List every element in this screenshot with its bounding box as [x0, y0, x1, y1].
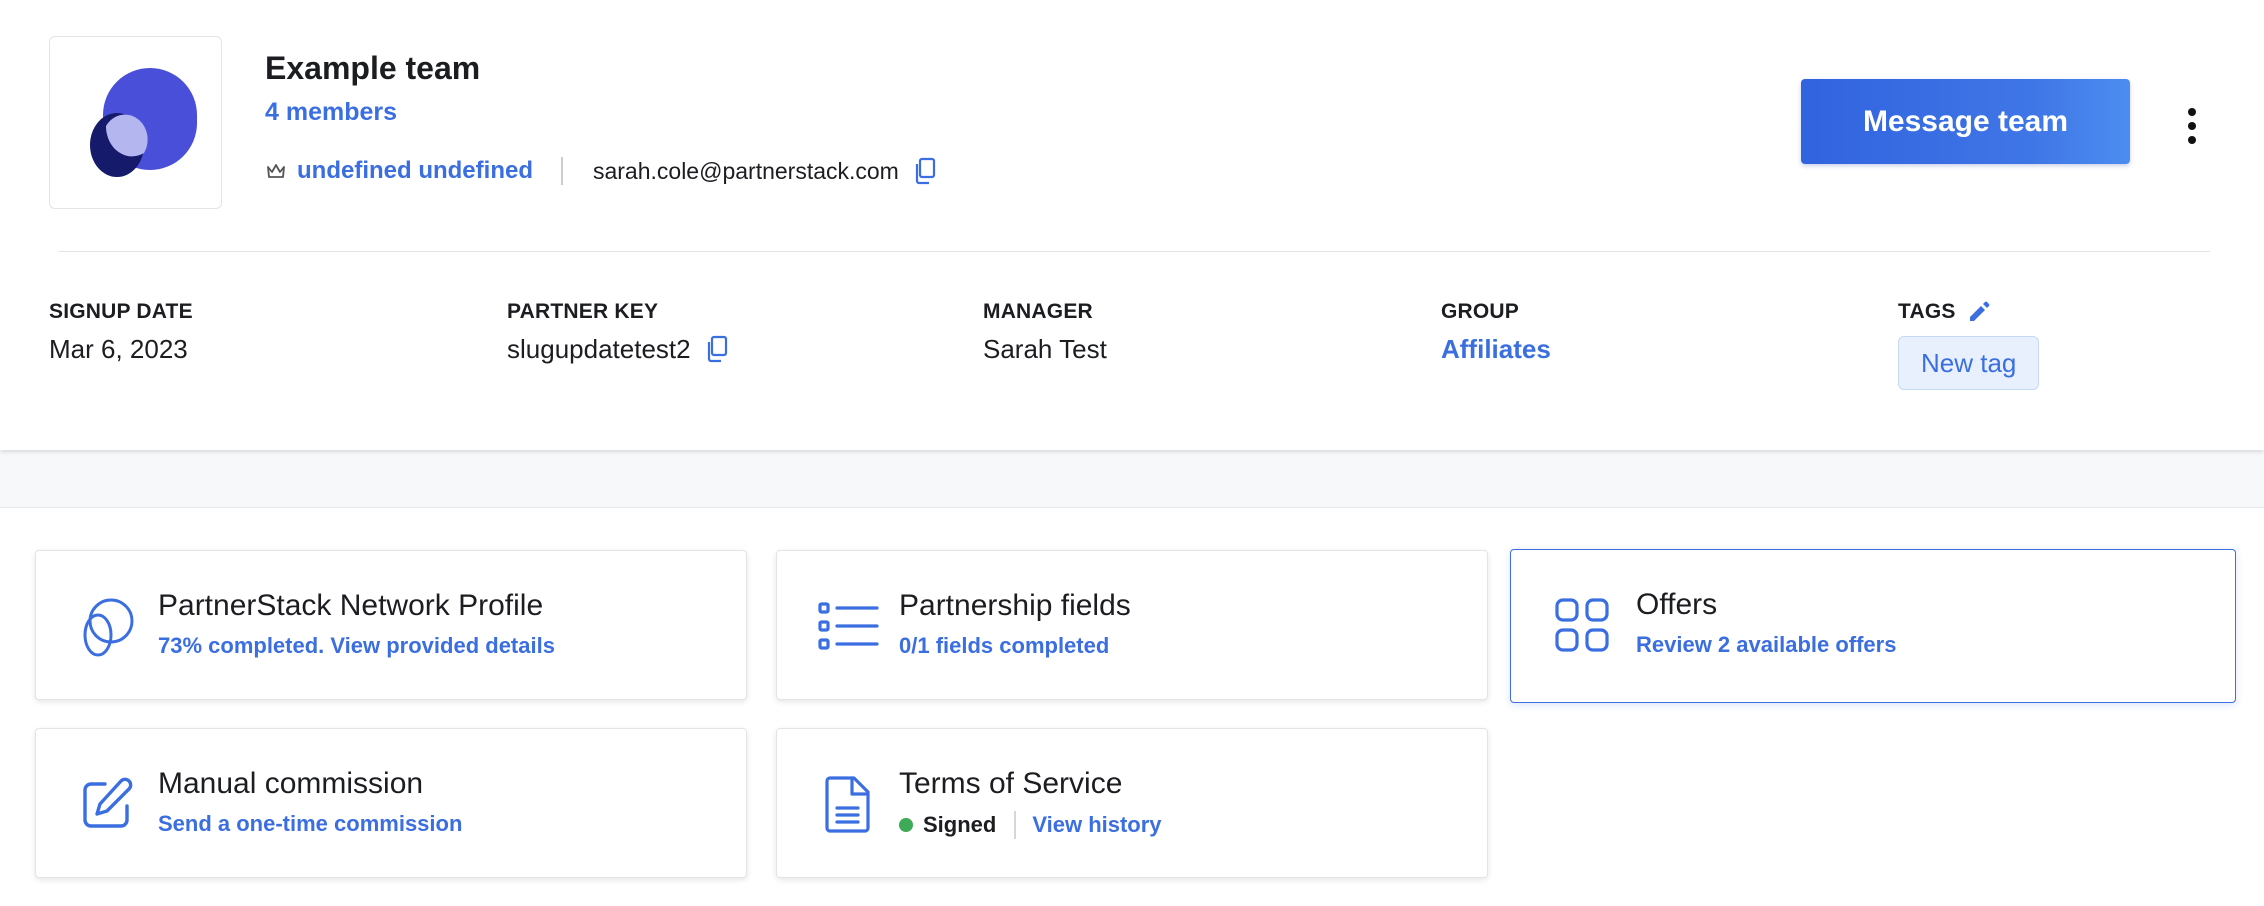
card-title: Terms of Service	[899, 767, 1123, 800]
partner-key-value: slugupdatetest2	[507, 333, 691, 364]
edit-tags-icon[interactable]	[1966, 299, 1992, 325]
copy-partner-key-icon[interactable]	[705, 335, 729, 363]
tags-label-row: TAGS	[1898, 298, 2039, 326]
header-divider	[58, 251, 2210, 252]
signup-date-value: Mar 6, 2023	[49, 333, 188, 364]
more-options-icon[interactable]	[2180, 104, 2204, 148]
members-link[interactable]: 4 members	[265, 98, 397, 127]
view-history-link[interactable]: View history	[1032, 812, 1161, 838]
partner-key-row: slugupdatetest2	[507, 332, 729, 366]
signup-date-field: SIGNUP DATE Mar 6, 2023	[49, 298, 193, 366]
tags-label: TAGS	[1898, 300, 1956, 323]
partner-key-label: PARTNER KEY	[507, 300, 659, 323]
team-name: Example team	[265, 50, 481, 86]
manual-commission-card[interactable]: Manual commission Send a one-time commis…	[35, 728, 747, 878]
card-subtitle-link[interactable]: 73% completed. View provided details	[158, 633, 555, 659]
group-link[interactable]: Affiliates	[1441, 332, 1551, 366]
terms-of-service-card[interactable]: Terms of Service Signed View history	[776, 728, 1488, 878]
section-separator	[0, 450, 2264, 508]
edit-icon	[72, 769, 142, 839]
copy-email-icon[interactable]	[913, 157, 937, 185]
card-title: Partnership fields	[899, 589, 1131, 622]
crown-icon	[265, 160, 287, 182]
card-subtitle-link[interactable]: Send a one-time commission	[158, 811, 462, 837]
manager-value: Sarah Test	[983, 333, 1107, 364]
circles-icon	[72, 591, 142, 661]
offers-card[interactable]: Offers Review 2 available offers	[1510, 549, 2236, 703]
signed-status-text: Signed	[923, 812, 997, 837]
signup-date-label: SIGNUP DATE	[49, 300, 193, 323]
owner-row: undefined undefined sarah.cole@partnerst…	[265, 153, 937, 189]
partner-key-field: PARTNER KEY slugupdatetest2	[507, 298, 729, 366]
group-label: GROUP	[1441, 300, 1520, 323]
message-team-button[interactable]: Message team	[1801, 79, 2130, 164]
network-profile-card[interactable]: PartnerStack Network Profile 73% complet…	[35, 550, 747, 700]
card-title: Manual commission	[158, 767, 424, 800]
list-icon	[813, 591, 883, 661]
owner-name-link[interactable]: undefined undefined	[297, 157, 533, 185]
manager-label: MANAGER	[983, 300, 1093, 323]
team-logo	[49, 36, 222, 209]
card-subtitle-link[interactable]: Review 2 available offers	[1636, 632, 1896, 658]
manager-field: MANAGER Sarah Test	[983, 298, 1107, 366]
group-field: GROUP Affiliates	[1441, 298, 1551, 366]
divider	[560, 157, 563, 185]
card-title: PartnerStack Network Profile	[158, 589, 544, 622]
team-header-card: Example team 4 members undefined undefin…	[0, 0, 2264, 450]
card-subtitle-link[interactable]: 0/1 fields completed	[899, 633, 1109, 659]
tags-field: TAGS New tag	[1898, 298, 2040, 390]
team-logo-graphic	[90, 68, 197, 177]
new-tag-button[interactable]: New tag	[1898, 336, 2040, 390]
divider	[1014, 811, 1017, 839]
document-icon	[813, 769, 883, 839]
card-title: Offers	[1636, 588, 1718, 621]
tos-status-row: Signed View history	[899, 811, 1162, 839]
grid-icon	[1547, 590, 1617, 660]
owner-email: sarah.cole@partnerstack.com	[592, 157, 899, 184]
partnership-fields-card[interactable]: Partnership fields 0/1 fields completed	[776, 550, 1488, 700]
signed-status-dot	[899, 818, 913, 832]
